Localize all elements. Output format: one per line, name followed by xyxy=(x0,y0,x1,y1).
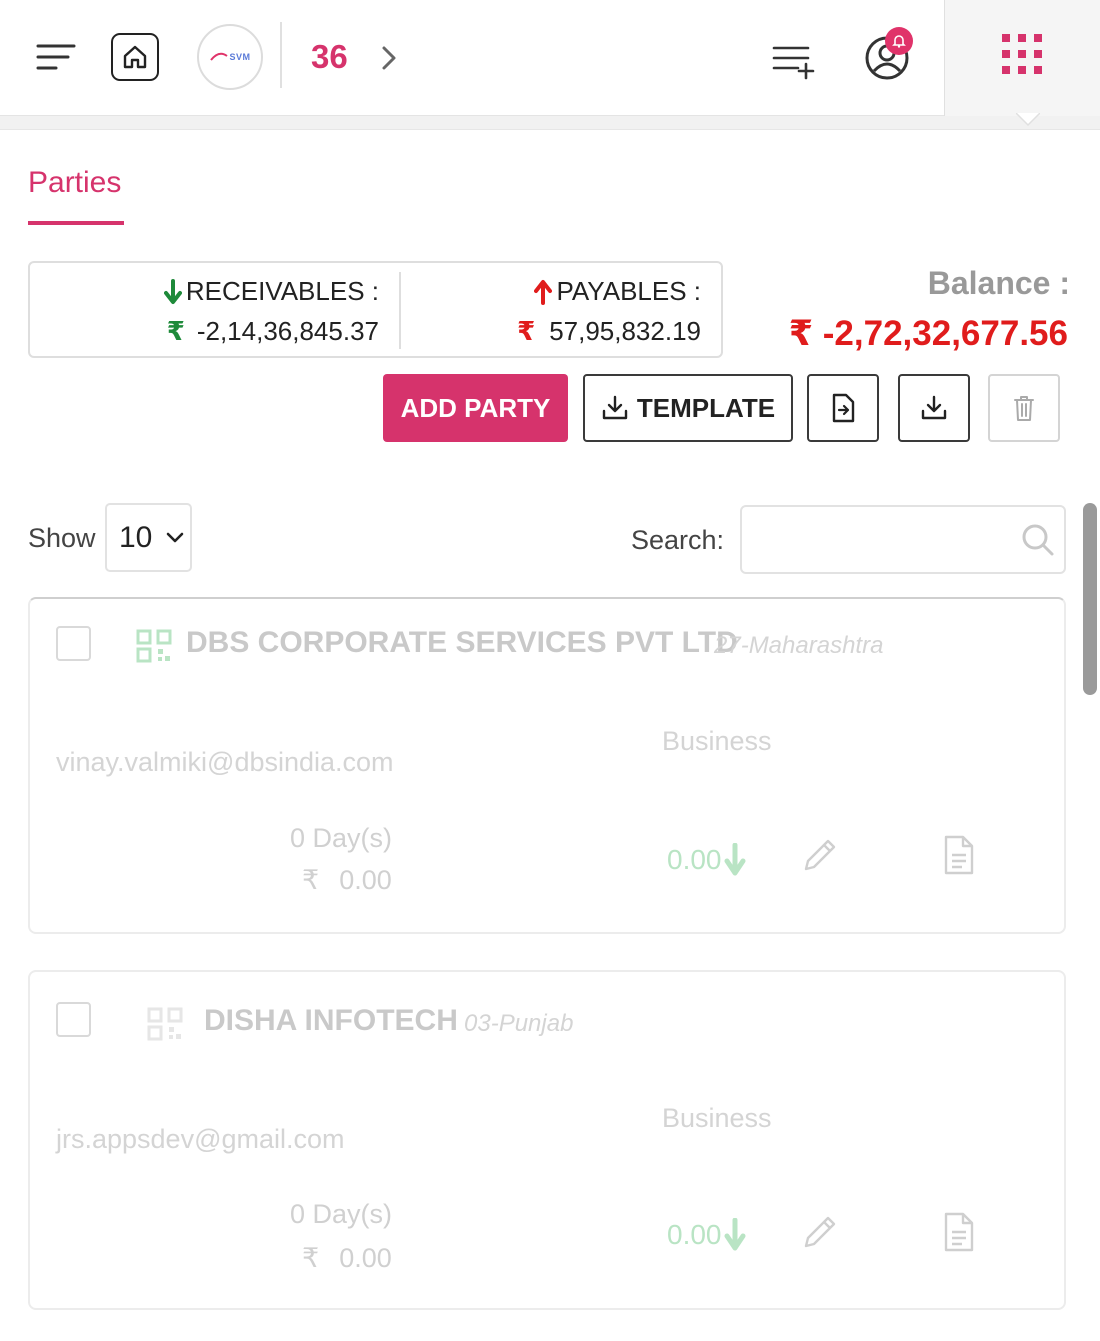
summary-divider xyxy=(399,272,401,349)
apps-grid-icon[interactable] xyxy=(1000,32,1044,76)
payables-heading: PAYABLES : xyxy=(534,276,701,307)
apps-caret-icon xyxy=(1016,113,1040,127)
arrow-up-icon xyxy=(534,279,553,305)
document-icon[interactable] xyxy=(942,835,976,875)
party-balance-value: 0.00 xyxy=(667,844,722,875)
show-entries-label: Show xyxy=(28,523,96,553)
balance-label: Balance : xyxy=(927,265,1070,301)
arrow-down-icon xyxy=(724,1218,745,1251)
rupee-icon: ₹ xyxy=(302,1243,320,1273)
import-file-button[interactable] xyxy=(807,374,879,442)
scrollbar-thumb[interactable] xyxy=(1083,503,1097,695)
party-name[interactable]: DISHA INFOTECH xyxy=(204,1004,458,1038)
active-tab-indicator xyxy=(28,221,124,225)
document-icon[interactable] xyxy=(942,1212,976,1252)
party-checkbox[interactable] xyxy=(56,626,91,661)
edit-pencil-icon[interactable] xyxy=(800,1212,840,1252)
party-email: vinay.valmiki@dbsindia.com xyxy=(56,747,394,777)
add-party-button[interactable]: ADD PARTY xyxy=(383,374,568,442)
trash-icon xyxy=(1014,396,1034,421)
template-label: TEMPLATE xyxy=(636,392,776,423)
receivables-label: RECEIVABLES : xyxy=(185,276,379,306)
page-size-select[interactable]: 10 xyxy=(105,503,192,572)
hamburger-menu-icon[interactable] xyxy=(34,40,78,74)
download-template-button[interactable]: TEMPLATE xyxy=(583,374,793,442)
party-balance: 0.00 xyxy=(667,1218,746,1252)
party-card[interactable]: DISHA INFOTECH 03-Punjab Business jrs.ap… xyxy=(28,970,1066,1310)
party-credit-days: 0 Day(s) xyxy=(290,823,393,853)
chevron-right-icon[interactable] xyxy=(376,42,402,74)
top-navbar xyxy=(0,0,1100,116)
download-icon xyxy=(602,395,628,420)
company-logo[interactable]: SVM xyxy=(197,24,263,90)
party-card[interactable]: DBS CORPORATE SERVICES PVT LTD 27-Mahara… xyxy=(28,597,1066,934)
home-button[interactable] xyxy=(111,33,159,81)
party-type: Business xyxy=(662,1103,772,1133)
rupee-icon: ₹ xyxy=(517,316,536,346)
tab-parties[interactable]: Parties xyxy=(28,166,121,200)
party-amount-value: 0.00 xyxy=(339,865,392,895)
edit-pencil-icon[interactable] xyxy=(800,835,840,875)
party-credit-amount: ₹ 0.00 xyxy=(302,1243,392,1274)
download-icon xyxy=(921,395,947,420)
file-import-icon xyxy=(832,393,855,423)
payables-label: PAYABLES : xyxy=(556,276,701,306)
logo-text: SVM xyxy=(229,52,251,62)
header-divider xyxy=(280,22,282,88)
receivables-amount: ₹ -2,14,36,845.37 xyxy=(167,316,379,347)
rupee-icon: ₹ xyxy=(302,865,320,895)
search-icon[interactable] xyxy=(1018,520,1058,560)
payables-value: 57,95,832.19 xyxy=(549,316,701,346)
add-list-icon[interactable] xyxy=(768,40,818,80)
arrow-down-icon xyxy=(163,278,182,304)
balance-value: ₹ -2,72,32,677.56 xyxy=(788,314,1068,353)
party-state: 27-Maharashtra xyxy=(714,632,884,659)
qr-code-icon[interactable] xyxy=(147,1007,183,1041)
arrow-down-icon xyxy=(724,843,745,876)
receivables-heading: RECEIVABLES : xyxy=(163,276,379,307)
home-icon xyxy=(123,45,147,69)
delete-button[interactable] xyxy=(988,374,1060,442)
party-credit-amount: ₹ 0.00 xyxy=(302,865,392,896)
rupee-icon: ₹ xyxy=(166,316,185,346)
receivables-payables-summary: RECEIVABLES : ₹ -2,14,36,845.37 PAYABLES… xyxy=(28,261,723,358)
party-type: Business xyxy=(662,726,772,756)
notification-bell-icon[interactable] xyxy=(885,27,913,55)
export-button[interactable] xyxy=(898,374,970,442)
search-label: Search: xyxy=(631,525,725,555)
party-state: 03-Punjab xyxy=(464,1010,574,1037)
navbar-shadow xyxy=(0,116,1100,130)
receivables-value: -2,14,36,845.37 xyxy=(196,316,379,346)
party-email: jrs.appsdev@gmail.com xyxy=(56,1124,345,1154)
party-credit-days: 0 Day(s) xyxy=(290,1199,393,1229)
chevron-down-icon xyxy=(167,532,184,542)
company-counter[interactable]: 36 xyxy=(311,38,348,76)
party-balance: 0.00 xyxy=(667,843,746,877)
qr-code-icon[interactable] xyxy=(136,629,172,663)
party-name[interactable]: DBS CORPORATE SERVICES PVT LTD xyxy=(186,626,738,660)
payables-amount: ₹ 57,95,832.19 xyxy=(517,316,701,347)
party-balance-value: 0.00 xyxy=(667,1219,722,1250)
party-checkbox[interactable] xyxy=(56,1002,91,1037)
party-amount-value: 0.00 xyxy=(339,1243,392,1273)
page-size-value: 10 xyxy=(119,520,153,554)
